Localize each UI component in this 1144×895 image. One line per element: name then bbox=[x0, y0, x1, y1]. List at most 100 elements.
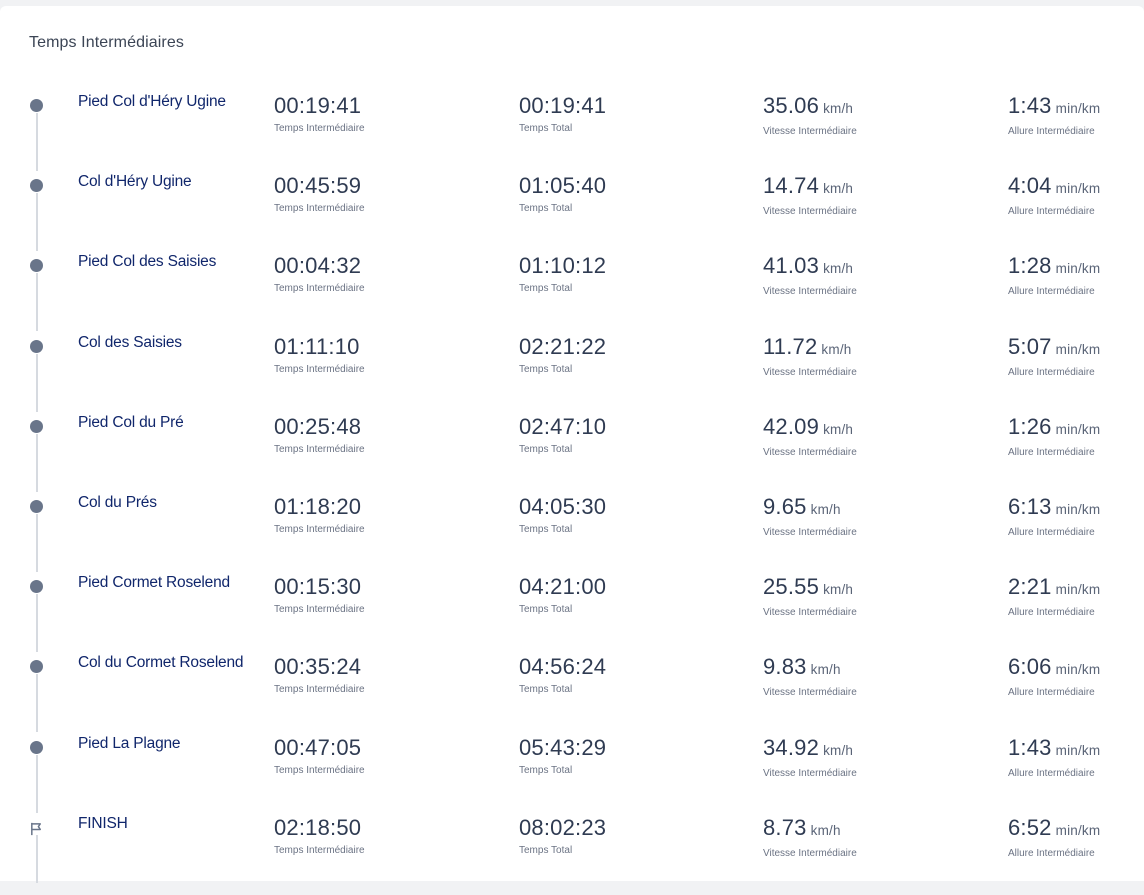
dot-icon bbox=[30, 179, 43, 193]
split-time-label: Temps Intermédiaire bbox=[274, 604, 365, 616]
split-time-value-line: 00:35:24 bbox=[274, 654, 365, 680]
split-pace-value-line: 6:13 min/km bbox=[1008, 494, 1100, 523]
split-time-label: Temps Intermédiaire bbox=[274, 524, 365, 535]
dot-icon bbox=[30, 740, 43, 754]
split-time-value-line: 00:25:48 bbox=[274, 414, 365, 440]
split-name: Col du Cormet Roselend bbox=[78, 654, 244, 672]
split-speed-unit: km/h bbox=[810, 502, 841, 517]
split-pace-value-line: 4:04 min/km bbox=[1008, 173, 1100, 202]
split-speed-value-line: 9.65 km/h bbox=[763, 494, 857, 523]
split-time-value: 00:45:59 bbox=[274, 173, 362, 199]
split-time-value: 02:18:50 bbox=[274, 814, 362, 840]
split-pace-value: 1:43 bbox=[1008, 93, 1052, 118]
split-time-value: 00:25:48 bbox=[274, 413, 362, 439]
split-speed-value: 11.72 bbox=[763, 333, 818, 359]
dot-icon bbox=[30, 99, 43, 112]
split-pace-label: Allure Intermédiaire bbox=[1008, 767, 1095, 779]
split-time-value: 00:35:24 bbox=[274, 654, 362, 680]
split-speed-value-line: 11.72 km/h bbox=[763, 334, 857, 363]
split-time-label: Temps Intermédiaire bbox=[274, 123, 365, 134]
split-time-value-line: 00:15:30 bbox=[274, 574, 365, 600]
split-speed-label: Vitesse Intermédiaire bbox=[763, 687, 857, 699]
split-row: Col du Cormet Roselend 00:35:24 Temps Inte… bbox=[0, 654, 1144, 734]
total-time-value-line: 02:21:22 bbox=[519, 334, 606, 360]
split-time-label: Temps Intermédiaire bbox=[274, 203, 365, 215]
timeline-connector bbox=[36, 754, 38, 813]
split-pace-unit: min/km bbox=[1055, 181, 1101, 197]
timeline-connector bbox=[36, 834, 38, 883]
split-pace-unit: min/km bbox=[1055, 261, 1101, 277]
split-speed-metric: 42.09 km/h Vitesse Intermédiaire bbox=[763, 414, 857, 458]
split-pace-label: Allure Intermédiaire bbox=[1008, 366, 1095, 378]
split-speed-label: Vitesse Intermédiaire bbox=[763, 446, 857, 458]
split-pace-unit: min/km bbox=[1055, 101, 1101, 116]
split-pace-unit: min/km bbox=[1055, 662, 1101, 678]
split-pace-value: 1:43 bbox=[1008, 734, 1052, 760]
split-pace-value-line: 6:06 min/km bbox=[1008, 654, 1100, 683]
split-speed-value: 14.74 bbox=[763, 173, 820, 199]
split-name: Pied La Plagne bbox=[78, 734, 181, 752]
split-pace-label: Allure Intermédiaire bbox=[1008, 126, 1095, 137]
total-time-value-line: 00:19:41 bbox=[519, 93, 606, 119]
total-time-label: Temps Total bbox=[519, 203, 573, 215]
timeline-connector bbox=[36, 674, 38, 733]
total-time-label: Temps Total bbox=[519, 524, 573, 535]
split-speed-label: Vitesse Intermédiaire bbox=[763, 206, 857, 218]
split-speed-value-line: 8.73 km/h bbox=[763, 815, 857, 844]
split-pace-value: 6:13 bbox=[1008, 494, 1052, 519]
split-speed-value-line: 34.92 km/h bbox=[763, 735, 857, 764]
split-time-metric: 00:25:48 Temps Intermédiaire bbox=[274, 414, 365, 455]
split-pace-value: 6:06 bbox=[1008, 654, 1052, 680]
split-speed-metric: 11.72 km/h Vitesse Intermédiaire bbox=[763, 334, 857, 378]
split-pace-unit: min/km bbox=[1055, 502, 1101, 517]
split-pace-value: 1:26 bbox=[1008, 413, 1052, 439]
timeline-connector bbox=[36, 273, 38, 332]
split-speed-label: Vitesse Intermédiaire bbox=[763, 366, 857, 378]
split-pace-metric: 6:13 min/km Allure Intermédiaire bbox=[1008, 494, 1100, 538]
split-name: Pied Col du Pré bbox=[78, 413, 184, 431]
split-speed-unit: km/h bbox=[823, 261, 854, 277]
split-pace-value-line: 1:43 min/km bbox=[1008, 93, 1100, 122]
split-pace-unit: min/km bbox=[1055, 421, 1101, 437]
dot-icon bbox=[30, 500, 43, 513]
total-time-metric: 02:21:22 Temps Total bbox=[519, 334, 606, 375]
split-speed-metric: 34.92 km/h Vitesse Intermédiaire bbox=[763, 735, 857, 779]
split-time-metric: 00:47:05 Temps Intermédiaire bbox=[274, 735, 365, 776]
split-time-value-line: 00:45:59 bbox=[274, 173, 365, 199]
total-time-value: 08:02:23 bbox=[519, 814, 607, 840]
split-pace-value: 6:52 bbox=[1008, 814, 1052, 840]
total-time-value: 04:56:24 bbox=[519, 654, 607, 680]
split-speed-value-line: 41.03 km/h bbox=[763, 253, 857, 282]
split-speed-value: 34.92 bbox=[763, 734, 820, 760]
total-time-metric: 00:19:41 Temps Total bbox=[519, 93, 606, 134]
split-pace-value: 1:28 bbox=[1008, 253, 1052, 279]
total-time-value: 02:47:10 bbox=[519, 413, 607, 439]
split-pace-value-line: 1:26 min/km bbox=[1008, 414, 1100, 443]
total-time-value-line: 04:05:30 bbox=[519, 494, 606, 520]
split-speed-unit: km/h bbox=[810, 822, 841, 838]
split-speed-value-line: 9.83 km/h bbox=[763, 654, 857, 683]
total-time-label: Temps Total bbox=[519, 443, 573, 455]
total-time-metric: 01:10:12 Temps Total bbox=[519, 253, 606, 294]
total-time-value-line: 04:56:24 bbox=[519, 654, 606, 680]
split-speed-label: Vitesse Intermédiaire bbox=[763, 286, 857, 298]
split-name: Col d'Héry Ugine bbox=[78, 173, 192, 191]
split-pace-metric: 1:43 min/km Allure Intermédiaire bbox=[1008, 93, 1100, 137]
section-title: Temps Intermédiaires bbox=[29, 34, 184, 51]
total-time-value: 01:10:12 bbox=[519, 253, 607, 279]
split-pace-value-line: 5:07 min/km bbox=[1008, 334, 1100, 363]
split-speed-unit: km/h bbox=[821, 341, 852, 357]
split-row: Col du Prés 01:18:20 Temps Intermédiaire 04… bbox=[0, 494, 1144, 574]
split-pace-unit: min/km bbox=[1055, 822, 1101, 838]
split-time-value: 01:18:20 bbox=[274, 494, 362, 519]
split-time-value-line: 01:18:20 bbox=[274, 494, 365, 520]
timeline-connector bbox=[36, 193, 38, 252]
split-speed-value-line: 14.74 km/h bbox=[763, 173, 857, 202]
split-speed-value: 35.06 bbox=[763, 93, 820, 118]
split-row: Col d'Héry Ugine 00:45:59 Temps Intermédia… bbox=[0, 173, 1144, 253]
split-speed-value-line: 25.55 km/h bbox=[763, 574, 857, 603]
split-time-label: Temps Intermédiaire bbox=[274, 283, 365, 295]
timeline-connector bbox=[36, 514, 38, 572]
split-speed-value: 9.83 bbox=[763, 654, 807, 680]
split-name: Pied Col des Saisies bbox=[78, 253, 217, 271]
